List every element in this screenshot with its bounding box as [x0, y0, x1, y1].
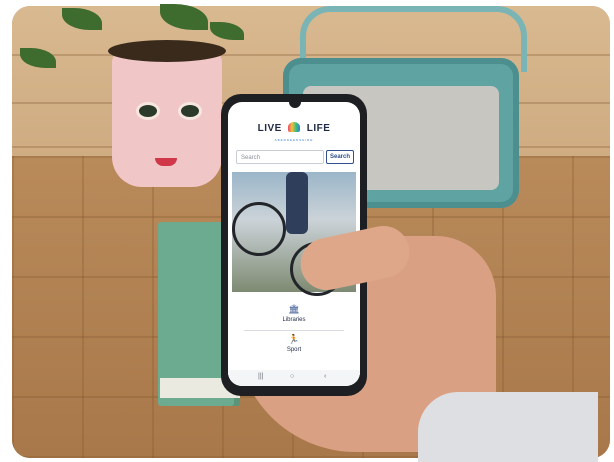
- menu-divider: [244, 330, 344, 331]
- logo-right-word: LIFE: [306, 123, 331, 134]
- runner-icon: 🏃: [288, 334, 300, 344]
- menu-lines-icon[interactable]: |||: [258, 373, 263, 380]
- library-icon: 🏛: [288, 304, 300, 314]
- home-circle-icon[interactable]: ○: [290, 373, 294, 380]
- pot-soil: [108, 40, 226, 62]
- pot-eye: [136, 102, 160, 120]
- menu-item-libraries[interactable]: 🏛 Libraries: [228, 304, 360, 323]
- bike-wheel: [232, 202, 286, 256]
- cyclist-legs: [286, 172, 308, 234]
- menu-item-label: Libraries: [282, 317, 306, 323]
- sleeve: [418, 392, 598, 462]
- android-navbar: ||| ○ ‹: [228, 370, 360, 386]
- logo-subtitle: ABERDEENSHIRE: [274, 138, 314, 142]
- pot-eye: [178, 102, 202, 120]
- menu-item-sport[interactable]: 🏃 Sport: [228, 334, 360, 353]
- heart-logo-icon: [288, 121, 301, 132]
- logo-left-word: LIVE: [257, 123, 282, 134]
- menu-item-label: Sport: [286, 347, 302, 353]
- face-plant-pot: [112, 52, 222, 187]
- search-input[interactable]: Search: [236, 150, 324, 164]
- app-logo: LIVE LIFE: [228, 118, 360, 140]
- search-button[interactable]: Search: [326, 150, 354, 164]
- back-chevron-icon[interactable]: ‹: [324, 373, 326, 380]
